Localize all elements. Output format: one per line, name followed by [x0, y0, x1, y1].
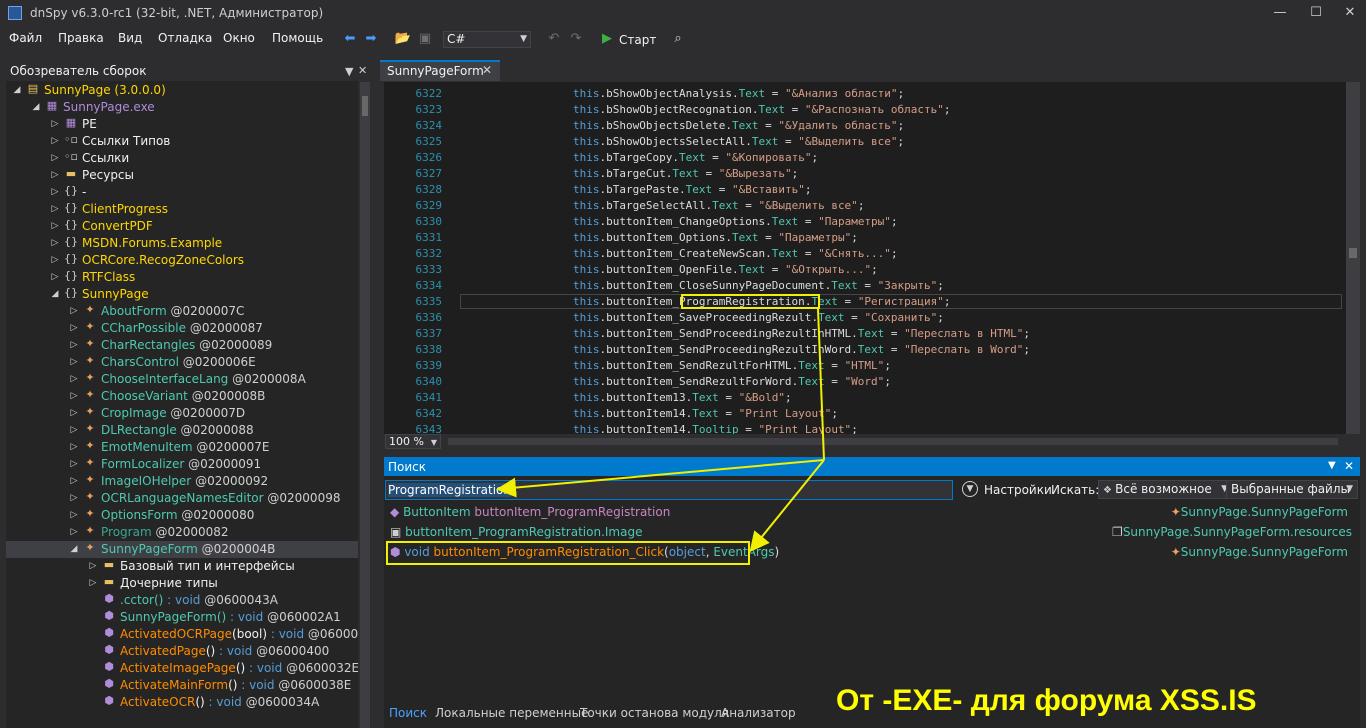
annotation-arrows — [496, 308, 825, 553]
watermark: От -EXE- для форума XSS.IS — [836, 684, 1257, 717]
arrow-line — [749, 459, 825, 553]
arrow-line — [496, 459, 825, 498]
arrow-line — [817, 308, 825, 461]
